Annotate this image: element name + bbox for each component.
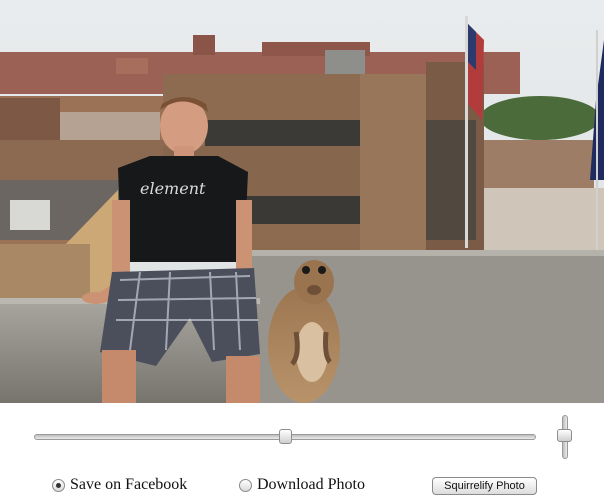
zoom-slider[interactable] [34, 429, 536, 444]
svg-text:element: element [140, 179, 206, 198]
download-photo-label: Download Photo [257, 476, 365, 493]
save-on-facebook-label: Save on Facebook [70, 476, 188, 493]
photo-preview: element [0, 0, 604, 403]
radio-selected-dot [56, 482, 61, 488]
save-on-facebook-option[interactable]: Save on Facebook [52, 476, 187, 494]
person-shirt [118, 156, 248, 262]
photo-scene: element [0, 0, 604, 403]
vertical-position-slider[interactable] [557, 415, 572, 459]
download-photo-option[interactable]: Download Photo [239, 476, 365, 494]
download-photo-radio[interactable] [239, 478, 252, 492]
zoom-slider-thumb[interactable] [279, 429, 292, 444]
squirrelify-photo-button[interactable]: Squirrelify Photo [432, 477, 537, 495]
save-on-facebook-radio[interactable] [52, 478, 65, 492]
vertical-slider-thumb[interactable] [557, 428, 572, 442]
